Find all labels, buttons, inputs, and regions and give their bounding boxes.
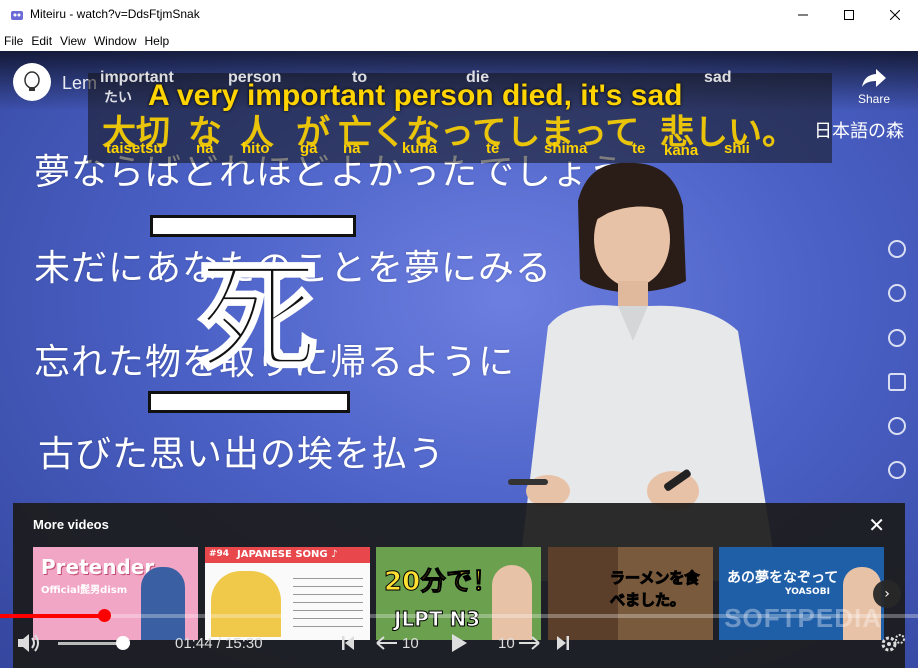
play-icon[interactable] <box>450 633 468 653</box>
image-icon[interactable] <box>888 373 906 391</box>
thumbnail-5-subtitle: YOASOBI <box>785 587 830 597</box>
subtitle-romaji-2: na <box>196 140 214 157</box>
fast-forward-icon[interactable] <box>518 636 540 650</box>
minimize-icon <box>798 14 808 16</box>
window-title: Miteiru - watch?v=DdsFtjmSnak <box>30 7 200 21</box>
current-time: 01:44 <box>175 635 213 652</box>
video-player[interactable]: 夢ならばどれほどよかったでしょう 未だにあなたのことを夢にみる 忘れた物を取りに… <box>0 51 918 668</box>
close-icon: ✕ <box>868 513 885 537</box>
subtitle-romaji-3: hito <box>242 140 270 157</box>
time-separator: / <box>212 635 226 652</box>
volume-slider-handle[interactable] <box>115 636 130 650</box>
more-icon[interactable] <box>888 417 906 435</box>
lightbulb-icon <box>24 71 40 91</box>
subtitle-romaji-11: shii <box>724 140 750 157</box>
menu-help[interactable]: Help <box>141 31 174 48</box>
menu-bar: File Edit View Window Help <box>0 30 918 51</box>
compass-icon[interactable] <box>888 329 906 347</box>
time-display: 01:44 / 15:30 <box>175 635 263 652</box>
big-kanji: 死 <box>197 246 320 390</box>
player-controls: 01:44 / 15:30 10 10 <box>0 618 918 668</box>
lyrics-line-4: 古びた思い出の埃を払う <box>38 434 446 475</box>
highlight-bar-bottom <box>148 391 350 413</box>
minimize-button[interactable] <box>780 0 826 30</box>
volume-icon[interactable] <box>16 632 42 654</box>
subtitle-token-7: 。 <box>762 113 796 153</box>
next-frame-icon[interactable] <box>888 240 906 258</box>
share-button[interactable]: Share <box>858 67 890 106</box>
subtitle-romaji-5: na <box>343 140 361 157</box>
subtitle-romaji-6: kuna <box>402 140 438 157</box>
close-button[interactable] <box>872 0 918 30</box>
channel-avatar[interactable] <box>13 63 51 101</box>
skip-forward-label[interactable]: 10 <box>498 635 515 652</box>
thumbnail-1-subtitle: Official髭男dism <box>41 585 128 596</box>
maximize-icon <box>844 10 854 20</box>
subtitle-romaji-4: ga <box>300 140 318 157</box>
settings-gear-icon[interactable] <box>878 630 906 656</box>
window-titlebar: Miteiru - watch?v=DdsFtjmSnak <box>0 0 918 31</box>
menu-view[interactable]: View <box>56 31 90 48</box>
maximize-button[interactable] <box>826 0 872 30</box>
highlight-bar-top <box>150 215 356 237</box>
menu-edit[interactable]: Edit <box>27 31 56 48</box>
thumbnail-2-title: JAPANESE SONG ♪ <box>237 549 338 560</box>
subtitle-romaji-1: taisetsu <box>106 140 163 157</box>
subtitle-romaji-10: kana <box>664 142 699 159</box>
subtitle-romaji-8: shima <box>544 140 588 157</box>
thumbnail-4-title: ラーメンを食べました。 <box>610 569 700 610</box>
help-icon[interactable] <box>888 461 906 479</box>
total-duration: 15:30 <box>225 635 263 652</box>
menu-window[interactable]: Window <box>90 31 141 48</box>
close-icon <box>890 10 900 20</box>
thumbnail-2-number: #94 <box>209 549 230 559</box>
skip-next-icon[interactable] <box>555 634 571 652</box>
share-label: Share <box>857 92 890 106</box>
channel-logo: 日本語の森 <box>814 121 904 142</box>
skip-previous-icon[interactable] <box>340 634 356 652</box>
subtitle-gloss-5: sad <box>704 69 732 86</box>
subtitle-romaji-9: te <box>632 140 646 157</box>
thumbnail-1-title: Pretender <box>41 555 155 579</box>
subtitle-furigana: たい <box>104 89 132 105</box>
skip-back-label[interactable]: 10 <box>402 635 419 652</box>
more-videos-title: More videos <box>33 517 109 532</box>
prev-frame-icon[interactable] <box>888 284 906 302</box>
thumbnail-3-title: 20分で！ <box>383 567 499 598</box>
subtitle-romaji-7: te <box>486 140 500 157</box>
share-icon <box>861 69 886 87</box>
more-videos-close-button[interactable]: ✕ <box>868 513 885 537</box>
app-icon <box>11 11 23 20</box>
rewind-icon[interactable] <box>376 636 398 650</box>
menu-file[interactable]: File <box>0 31 27 48</box>
thumbnail-5-title: あの夢をなぞって <box>727 570 839 586</box>
chevron-right-icon: › <box>884 586 890 602</box>
